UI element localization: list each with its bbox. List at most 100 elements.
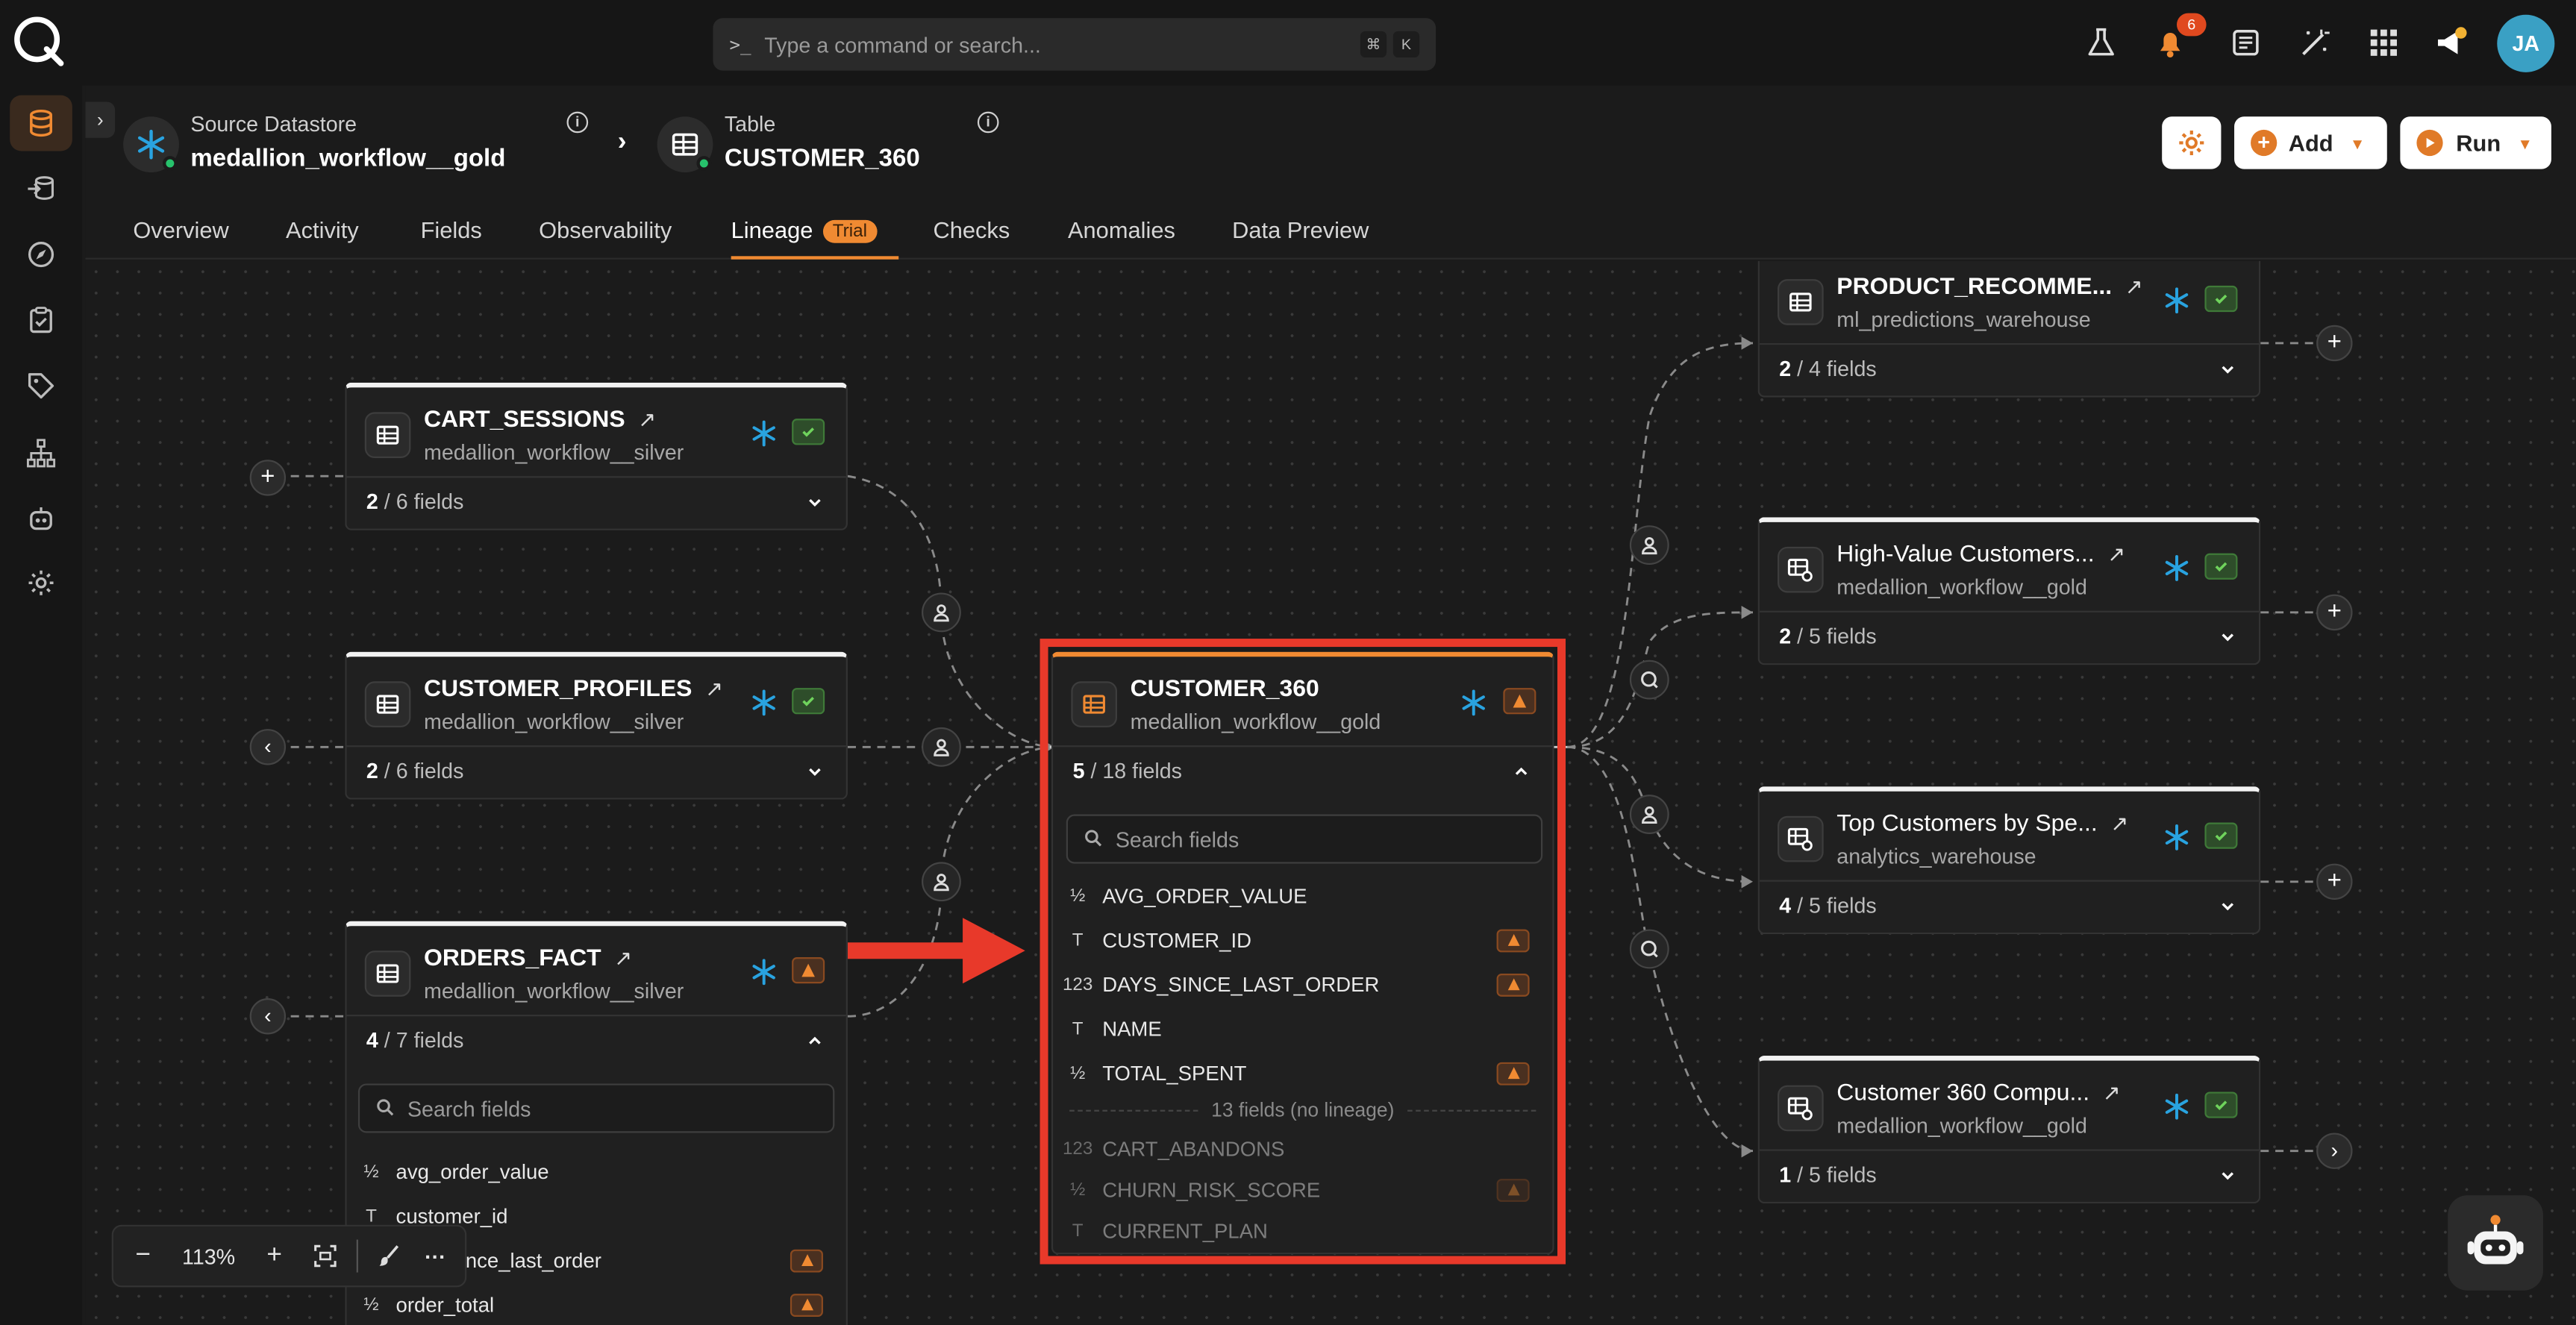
zoom-out-button[interactable]: − xyxy=(113,1241,172,1271)
expand-downstream-button[interactable]: + xyxy=(2316,863,2353,900)
apps-grid-icon[interactable] xyxy=(2364,23,2404,63)
qualytics-transform-icon[interactable] xyxy=(1629,929,1669,969)
settings-button[interactable] xyxy=(2162,116,2222,169)
expand-upstream-button[interactable]: + xyxy=(249,460,287,496)
assistant-robot-button[interactable] xyxy=(2448,1195,2543,1291)
lineage-node-cart-sessions[interactable]: CART_SESSIONS ↗ medallion_workflow__silve… xyxy=(345,382,848,530)
tab-observability[interactable]: Observability xyxy=(539,216,672,242)
tab-overview[interactable]: Overview xyxy=(133,216,228,242)
node-field-count[interactable]: 4 / 5 fields xyxy=(1759,880,2260,933)
node-field-count[interactable]: 2 / 4 fields xyxy=(1759,342,2260,395)
node-title: CUSTOMER_PROFILES ↗ xyxy=(424,677,723,703)
megaphone-icon[interactable] xyxy=(2431,23,2471,63)
external-link-icon[interactable]: ↗ xyxy=(638,407,656,432)
more-options-icon[interactable]: ··· xyxy=(410,1244,460,1268)
external-link-icon[interactable]: ↗ xyxy=(2110,811,2128,836)
external-link-icon[interactable]: ↗ xyxy=(2107,542,2125,566)
node-title-text: CUSTOMER_PROFILES xyxy=(423,676,693,703)
collapse-upstream-button[interactable]: ‹ xyxy=(249,998,287,1035)
highlight-box xyxy=(1040,639,1566,1265)
expand-downstream-button[interactable]: + xyxy=(2316,594,2353,631)
sidebar-flow-icon[interactable] xyxy=(10,161,72,217)
breadcrumb-table-value: CUSTOMER_360 xyxy=(724,144,920,173)
lineage-node-high-value-customers[interactable]: High-Value Customers... ↗ medallion_workf… xyxy=(1757,517,2261,665)
zoom-in-button[interactable]: + xyxy=(245,1241,304,1271)
tab-activity[interactable]: Activity xyxy=(286,216,359,242)
snowflake-icon xyxy=(2165,555,2189,581)
notes-icon[interactable] xyxy=(2226,23,2266,63)
shortcut-cmd-key: ⌘ xyxy=(1360,31,1387,58)
field-row[interactable]: ½ order_total xyxy=(347,1282,846,1325)
flask-icon[interactable] xyxy=(2081,23,2121,63)
person-transform-icon[interactable] xyxy=(922,592,961,633)
run-button[interactable]: Run ▾ xyxy=(2400,116,2551,169)
field-type-icon: ½ xyxy=(363,1161,379,1182)
lineage-node-product-recommendations[interactable]: PRODUCT_RECOMME... ↗ ml_predictions_wareh… xyxy=(1757,260,2261,398)
computed-table-icon xyxy=(1778,1085,1824,1132)
fields-shown: 1 xyxy=(1779,1162,1792,1188)
node-datastore: medallion_workflow__silver xyxy=(423,978,684,1003)
person-transform-icon[interactable] xyxy=(1629,525,1669,566)
lineage-canvas[interactable]: + ‹ ‹ CART_SESSIONS ↗ medallion_workflow_… xyxy=(85,260,2576,1325)
lineage-node-customer-360-computed[interactable]: Customer 360 Compu... ↗ medallion_workflo… xyxy=(1757,1056,2261,1204)
table-icon xyxy=(1778,279,1824,325)
node-field-count[interactable]: 2 / 5 fields xyxy=(1759,610,2260,663)
node-field-count[interactable]: 2 / 6 fields xyxy=(346,745,846,798)
node-field-count[interactable]: 2 / 6 fields xyxy=(346,476,846,528)
active-tab-indicator xyxy=(731,256,899,260)
top-bar: >_ Type a command or search... ⌘ K 6 JA xyxy=(0,0,2576,86)
tab-lineage[interactable]: Lineage Trial xyxy=(731,216,878,243)
node-search-fields[interactable]: Search fields xyxy=(357,1083,835,1133)
external-link-icon[interactable]: ↗ xyxy=(614,946,632,971)
external-link-icon[interactable]: ↗ xyxy=(2103,1080,2121,1105)
add-button[interactable]: + Add ▾ xyxy=(2234,116,2387,169)
sidebar-tag-icon[interactable] xyxy=(10,358,72,414)
fields-total: / 5 fields xyxy=(1791,893,1877,918)
user-avatar[interactable]: JA xyxy=(2497,14,2555,72)
tab-data-preview[interactable]: Data Preview xyxy=(1232,216,1369,242)
sidebar-checklist-icon[interactable] xyxy=(10,292,72,348)
fit-view-icon[interactable] xyxy=(304,1244,346,1268)
app-logo[interactable] xyxy=(11,13,66,69)
external-link-icon[interactable]: ↗ xyxy=(2125,275,2143,299)
external-link-icon[interactable]: ↗ xyxy=(705,677,723,701)
tab-fields[interactable]: Fields xyxy=(421,216,482,242)
brush-icon[interactable] xyxy=(368,1244,410,1268)
snowflake-icon xyxy=(752,959,775,986)
node-field-count[interactable]: 4 / 7 fields xyxy=(346,1015,846,1067)
lineage-node-customer-profiles[interactable]: CUSTOMER_PROFILES ↗ medallion_workflow__s… xyxy=(345,651,848,800)
collapse-upstream-button[interactable]: ‹ xyxy=(249,729,287,765)
person-transform-icon[interactable] xyxy=(922,862,961,902)
node-title: Top Customers by Spe... ↗ xyxy=(1836,811,2128,837)
info-icon[interactable]: i xyxy=(977,111,999,134)
sidebar-collapse-button[interactable]: › xyxy=(85,101,116,138)
chevron-down-icon xyxy=(2222,903,2234,911)
qualytics-transform-icon[interactable] xyxy=(1629,660,1669,700)
tab-checks[interactable]: Checks xyxy=(933,216,1010,242)
sidebar-database-icon[interactable] xyxy=(10,95,72,151)
sidebar-hierarchy-icon[interactable] xyxy=(10,425,72,481)
lineage-node-top-customers[interactable]: Top Customers by Spe... ↗ analytics_wareh… xyxy=(1757,786,2261,935)
expand-downstream-button[interactable]: + xyxy=(2316,325,2353,362)
info-icon[interactable]: i xyxy=(566,111,589,134)
check-status-icon xyxy=(2204,822,2238,849)
tab-anomalies[interactable]: Anomalies xyxy=(1068,216,1175,242)
person-transform-icon[interactable] xyxy=(922,727,961,767)
sidebar-robot-icon[interactable] xyxy=(10,491,72,547)
field-name: customer_id xyxy=(396,1204,508,1228)
command-search[interactable]: >_ Type a command or search... ⌘ K xyxy=(713,18,1437,71)
node-title: High-Value Customers... ↗ xyxy=(1836,542,2125,568)
fields-shown: 4 xyxy=(366,1027,378,1053)
breadcrumb-source-value[interactable]: medallion_workflow__gold xyxy=(190,145,505,172)
magic-icon[interactable] xyxy=(2295,23,2334,63)
add-label: Add xyxy=(2288,129,2333,157)
sidebar-compass-icon[interactable] xyxy=(10,227,72,283)
node-field-count[interactable]: 1 / 5 fields xyxy=(1759,1149,2260,1201)
person-transform-icon[interactable] xyxy=(1629,795,1669,834)
node-title-text: Top Customers by Spe... xyxy=(1836,811,2098,838)
node-title: ORDERS_FACT ↗ xyxy=(424,946,632,972)
collapse-downstream-button[interactable]: › xyxy=(2316,1133,2353,1169)
sidebar-gear-icon[interactable] xyxy=(10,555,72,611)
status-dot xyxy=(162,156,178,171)
field-row[interactable]: ½ avg_order_value xyxy=(347,1149,846,1193)
